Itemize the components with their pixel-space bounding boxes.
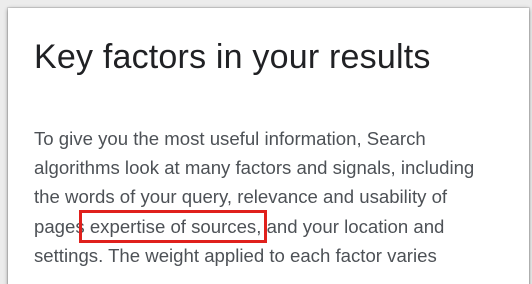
line-4-end: and your location and bbox=[261, 215, 445, 237]
paragraph-line-2: algorithms look at many factors and sign… bbox=[34, 157, 475, 179]
highlighted-phrase: expertise of sources, bbox=[78, 209, 268, 243]
screenshot-frame: Key factors in your results To give you … bbox=[0, 0, 532, 284]
page-title: Key factors in your results bbox=[34, 38, 431, 76]
info-card: Key factors in your results To give you … bbox=[8, 8, 529, 284]
paragraph-line-5: settings. The weight applied to each fac… bbox=[34, 244, 437, 266]
paragraph-line-4: pages expertise of sources, and your loc… bbox=[34, 209, 524, 243]
explanation-paragraph: To give you the most useful information,… bbox=[34, 124, 524, 270]
line-4-start: pages bbox=[34, 215, 85, 237]
paragraph-line-3: the words of your query, relevance and u… bbox=[34, 186, 448, 208]
paragraph-line-1: To give you the most useful information,… bbox=[34, 128, 426, 149]
